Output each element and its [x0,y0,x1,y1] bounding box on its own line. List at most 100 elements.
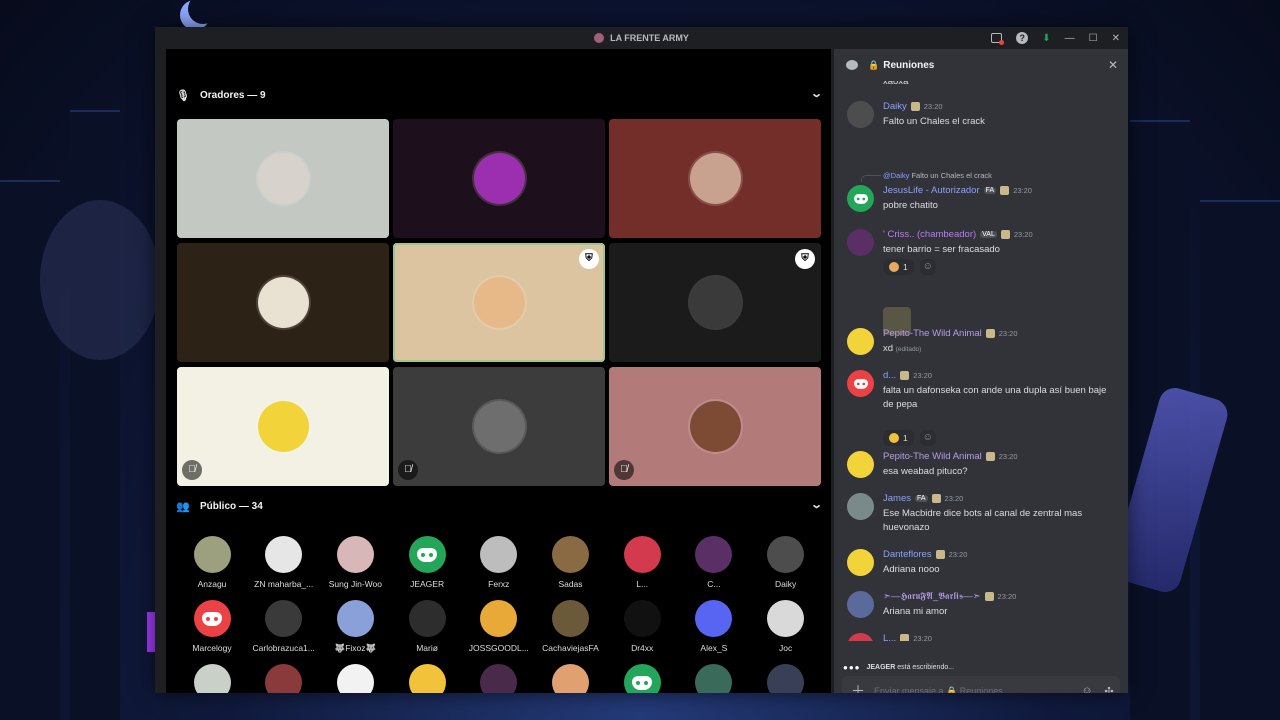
audience-member[interactable] [320,664,390,693]
username[interactable]: JesusLife - Autorizador [883,185,980,196]
discord-logo-icon [853,193,868,204]
audience-member[interactable]: Mariø [392,600,462,653]
audience-member[interactable] [464,664,534,693]
minimize-icon[interactable]: — [1065,33,1075,44]
message-header: Pepito-The Wild Animal 23:20 [883,451,1018,462]
username[interactable]: Pepito-The Wild Animal [883,328,982,339]
audience-member[interactable]: Alex_S [679,600,749,653]
chevron-down-icon[interactable]: ⌄ [810,87,823,100]
username[interactable]: James [883,493,911,504]
username[interactable]: Daiky [883,101,907,112]
speaker-tile[interactable] [609,119,821,238]
audience-member[interactable]: Anzagu [177,536,247,589]
download-icon[interactable]: ⬇ [1042,33,1050,44]
reply-user: @Daiky [883,171,910,180]
audience-header[interactable]: 👥 Público — 34 ⌄ [166,496,831,516]
audience-name: Anzagu [197,579,227,589]
plus-icon[interactable]: ＋ [842,681,874,693]
speaker-tile[interactable] [393,119,605,238]
audience-member[interactable]: C... [679,536,749,589]
chevron-down-icon[interactable]: ⌄ [810,498,823,511]
audience-member[interactable]: Marcelogy [177,600,247,653]
help-icon[interactable]: ? [1016,32,1029,44]
user-avatar[interactable] [847,370,874,397]
user-avatar[interactable] [847,185,874,212]
timestamp: 23:20 [1013,230,1033,239]
audience-member[interactable]: Ferxz [464,536,534,589]
audience-member[interactable]: CachaviejasFA [536,600,606,653]
user-avatar[interactable] [847,229,874,256]
audience-avatar [265,600,303,637]
add-reaction-icon[interactable]: ☺ [919,430,936,446]
user-avatar[interactable] [847,451,874,478]
speaker-tile[interactable]: ⛨ [609,243,821,362]
username[interactable]: ➣—𝕳𝖆𝖗𝖚𝕱𝕬_𝕭𝖆𝖗𝖑𝖎𝖘—➣ [883,591,981,602]
timestamp: 23:20 [1013,186,1032,195]
speaker-tile[interactable] [177,119,389,238]
audience-member[interactable]: Joc [751,600,821,653]
reaction-pill[interactable]: 1 [883,430,914,446]
user-avatar[interactable] [847,493,874,520]
audience-member[interactable]: Sung Jin-Woo [320,536,390,589]
muted-mic-icon: 🎙̸ [398,460,418,480]
audience-avatar [480,600,518,637]
audience-avatar [623,600,661,637]
clan-tag-badge: FA [914,495,928,502]
audience-name: Dr4xx [631,643,654,653]
audience-avatar [552,664,589,693]
maximize-icon[interactable]: ☐ [1089,33,1098,44]
clan-tag-badge: FA [983,187,997,194]
neon-graphic [147,612,155,652]
reaction-pill[interactable]: 1 [883,259,914,275]
audience-member[interactable]: JOSSGOODL... [464,600,534,653]
username[interactable]: d... [883,370,896,381]
audience-member[interactable]: 🐺Fixoz🐺 [320,600,390,654]
speaker-tile[interactable]: 🎙̸ [609,367,821,486]
audience-member[interactable] [607,664,677,693]
username[interactable]: L... [883,633,896,641]
audience-member[interactable] [249,664,319,693]
audience-member[interactable]: Carlobrazuca1... [249,600,319,653]
username[interactable]: Pepito-The Wild Animal [883,451,982,462]
message-input[interactable] [874,686,1076,693]
speakers-header[interactable]: 🎙 Oradores — 9 ⌄ [166,85,831,105]
audience-member[interactable]: ZN maharba_... [249,536,319,589]
inbox-icon[interactable] [991,33,1005,45]
audience-member[interactable] [177,664,247,693]
speaker-tile[interactable]: ⛨ [393,243,605,362]
reply-preview[interactable]: @Daiky Falto un Chales el crack [883,171,992,180]
user-avatar[interactable] [847,549,874,576]
audience-member[interactable] [392,664,462,693]
user-avatar[interactable] [847,633,874,641]
audience-member[interactable]: Sadas [536,536,606,589]
audience-member[interactable]: Dr4xx [607,600,677,653]
audience-member[interactable]: JEAGER [392,536,462,589]
message-header: Danteflores 23:20 [883,549,967,560]
user-avatar[interactable] [847,591,874,618]
discord-logo-icon [632,675,653,690]
add-reaction-icon[interactable]: ☺ [919,259,936,275]
speaker-tile[interactable]: 🎙̸ [177,367,389,486]
audience-member[interactable]: L... [607,536,677,589]
speaker-avatar [474,277,525,328]
close-chat-icon[interactable]: ✕ [1108,58,1118,72]
emoji-icon[interactable]: ☺ [1076,685,1098,693]
audience-name: Carlobrazuca1... [252,643,315,653]
close-window-icon[interactable]: ✕ [1112,33,1120,44]
audience-header-label: Público — 34 [200,500,263,512]
audience-member[interactable] [536,664,606,693]
speaker-tile[interactable] [177,243,389,362]
message-list: xaoxa Daiky 23:20 Falto un Chales el crack… [834,81,1128,641]
apps-icon[interactable]: ✣ [1098,685,1120,694]
user-avatar[interactable] [847,101,874,128]
username[interactable]: Danteflores [883,549,932,560]
username[interactable]: ' Criss.. (chambeador) [883,229,976,240]
audience-member[interactable] [751,664,821,693]
server-icon [594,33,605,43]
audience-avatar [695,664,733,693]
timestamp: 23:20 [998,329,1018,338]
audience-member[interactable]: Daiky [751,536,821,589]
user-avatar[interactable] [847,328,874,355]
audience-member[interactable] [679,664,749,693]
speaker-tile[interactable]: 🎙̸ [393,367,605,486]
